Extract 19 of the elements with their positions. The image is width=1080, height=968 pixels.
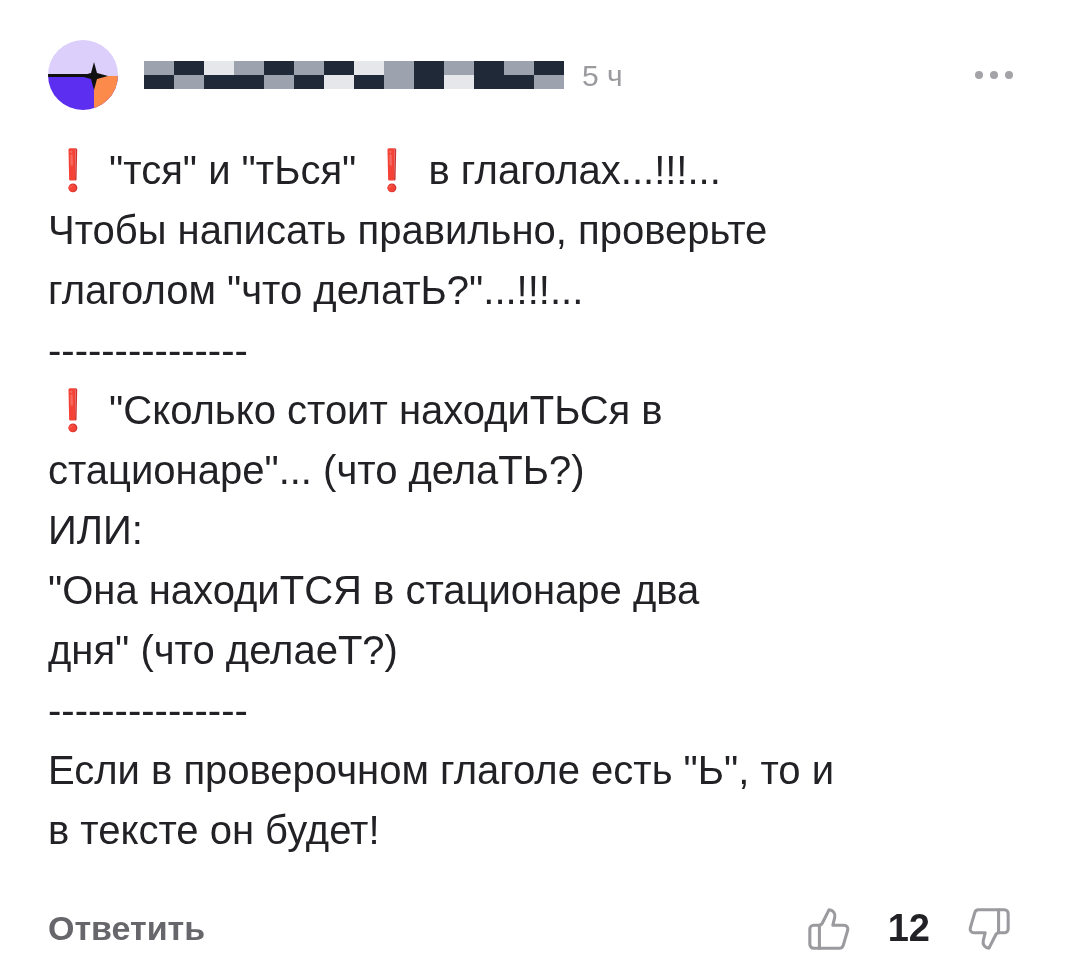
comment-text-line: ❗ "тся" и "тЬся" ❗ в глаголах...!!!... [48, 146, 721, 195]
thumbs-up-icon[interactable] [805, 905, 852, 952]
comment-text-line: --------------- [48, 327, 248, 374]
vote-score: 12 [887, 906, 930, 951]
comment-text-line: дня" (что делаеТ?) [48, 627, 398, 674]
thumbs-down-icon[interactable] [966, 905, 1012, 952]
comment-text-line: ИЛИ: [48, 507, 143, 554]
comment-text-line: "Она находиТСЯ в стационаре два [48, 567, 700, 614]
comment-text-line: --------------- [48, 687, 248, 734]
comment-text-line: стационаре"... (что делаТЬ?) [48, 447, 585, 494]
comment-time: 5 ч [582, 57, 623, 94]
comment-text-line: Если в проверочном глаголе есть "Ь", то и [48, 747, 835, 794]
more-options-icon[interactable] [974, 70, 1014, 80]
comment-text-line: глаголом "что делатЬ?"...!!!... [48, 267, 584, 314]
avatar [48, 40, 118, 110]
reply-button[interactable]: Ответить [48, 903, 206, 954]
comment-text-line: ❗ "Сколько стоит находиТЬСя в [48, 386, 663, 435]
comment-text-line: Чтобы написать правильно, проверьте [48, 207, 768, 254]
comment-text-line: в тексте он будет! [48, 807, 380, 854]
